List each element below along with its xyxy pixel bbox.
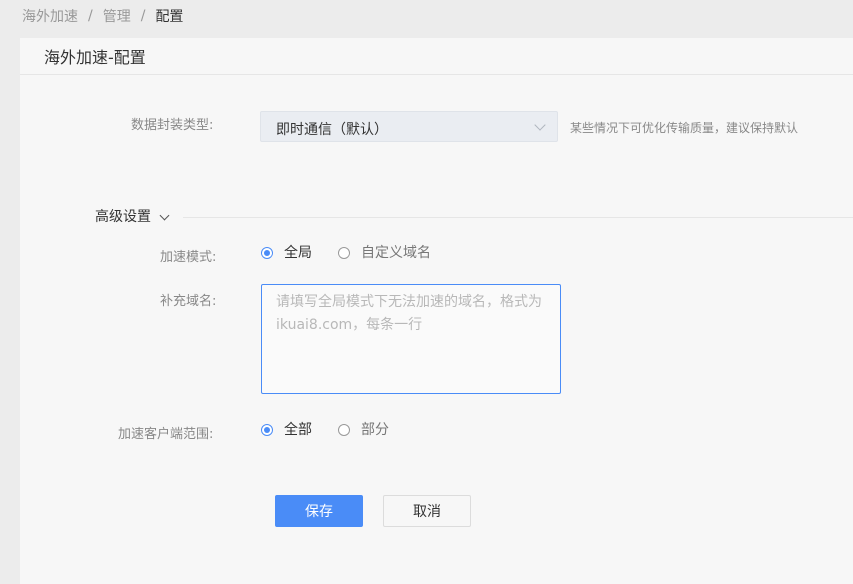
breadcrumb-separator: / [88, 8, 93, 24]
chevron-down-icon [159, 210, 170, 220]
client-scope-label: 加速客户端范围: [118, 427, 214, 442]
extra-domains-label: 补充域名: [160, 294, 217, 309]
cancel-button[interactable]: 取消 [383, 495, 471, 527]
encapsulation-label: 数据封装类型: [131, 118, 214, 133]
client-scope-radio-group: 全部 部分 [261, 421, 415, 439]
radio-checked-icon [261, 247, 273, 259]
radio-checked-icon [261, 424, 273, 436]
breadcrumb-item-config: 配置 [155, 9, 184, 25]
page-title: 海外加速-配置 [44, 48, 146, 67]
chevron-down-icon [534, 119, 546, 131]
breadcrumb-item-overseas[interactable]: 海外加速 [22, 6, 78, 26]
radio-label: 部分 [361, 422, 389, 438]
radio-label: 全局 [284, 245, 312, 261]
breadcrumb-item-manage[interactable]: 管理 [103, 6, 131, 26]
radio-label: 全部 [284, 422, 312, 438]
advanced-settings-toggle[interactable]: 高级设置 [95, 208, 170, 226]
config-card: 海外加速-配置 数据封装类型: 即时通信（默认） 某些情况下可优化传输质量，建议… [20, 38, 853, 584]
encapsulation-select[interactable]: 即时通信（默认） [260, 111, 558, 142]
encapsulation-hint: 某些情况下可优化传输质量，建议保持默认 [570, 121, 799, 135]
advanced-settings-label: 高级设置 [95, 209, 151, 225]
radio-unchecked-icon [338, 424, 350, 436]
encapsulation-selected-value: 即时通信（默认） [276, 122, 388, 138]
accel-mode-label: 加速模式: [160, 250, 217, 265]
extra-domains-textarea[interactable] [261, 284, 561, 394]
radio-scope-partial[interactable]: 部分 [338, 421, 389, 439]
radio-accel-global[interactable]: 全局 [261, 244, 312, 262]
radio-label: 自定义域名 [361, 245, 431, 261]
save-button[interactable]: 保存 [275, 495, 363, 527]
radio-scope-all[interactable]: 全部 [261, 421, 312, 439]
title-divider [20, 74, 853, 75]
radio-unchecked-icon [338, 247, 350, 259]
breadcrumb-separator: / [140, 8, 146, 24]
radio-accel-custom-domain[interactable]: 自定义域名 [338, 244, 431, 262]
accel-mode-radio-group: 全局 自定义域名 [261, 244, 457, 262]
section-divider [183, 217, 853, 218]
breadcrumb: 海外加速 / 管理 / 配置 [22, 6, 183, 26]
